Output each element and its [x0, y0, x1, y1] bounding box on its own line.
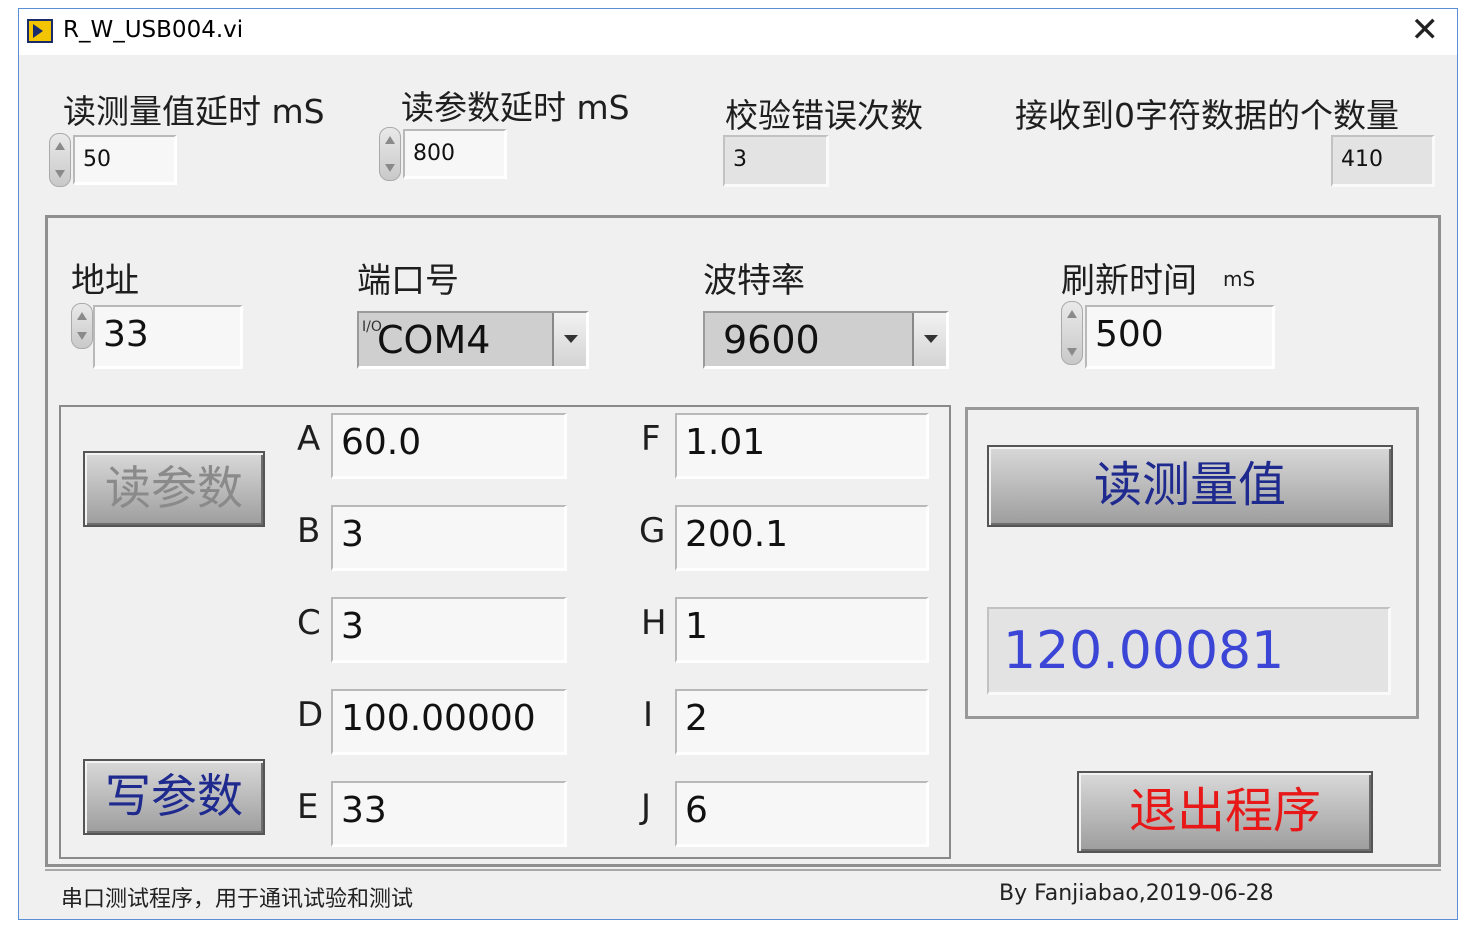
- param-e-input[interactable]: 33: [331, 781, 567, 847]
- param-a-input[interactable]: 60.0: [331, 413, 567, 479]
- address-input[interactable]: 33: [93, 305, 243, 369]
- address-spinner[interactable]: [71, 303, 93, 349]
- read-delay-input[interactable]: 50: [73, 135, 177, 185]
- param-delay-spinner[interactable]: [379, 127, 401, 181]
- read-delay-spinner[interactable]: [49, 133, 71, 187]
- checksum-errors-indicator: 3: [723, 135, 829, 187]
- visa-io-icon: I/O: [362, 319, 382, 335]
- param-c-label: C: [297, 603, 321, 643]
- increment-arrow-icon[interactable]: [1067, 310, 1077, 318]
- param-delay-label: 读参数延时 mS: [401, 88, 630, 127]
- refresh-unit-label: mS: [1223, 267, 1256, 291]
- status-author: By Fanjiabao,2019-06-28: [999, 881, 1274, 906]
- param-c-input[interactable]: 3: [331, 597, 567, 663]
- write-params-button[interactable]: 写参数: [83, 759, 265, 835]
- read-params-label: 读参数: [105, 461, 243, 515]
- param-e-label: E: [297, 787, 319, 827]
- exit-button[interactable]: 退出程序: [1077, 771, 1373, 853]
- param-j-input[interactable]: 6: [675, 781, 929, 847]
- increment-arrow-icon[interactable]: [55, 142, 65, 150]
- measurement-indicator: 120.00081: [987, 607, 1391, 695]
- decrement-arrow-icon[interactable]: [55, 170, 65, 178]
- app-window: R_W_USB004.vi ✕ 读测量值延时 mS 50 读参数延时 mS 80…: [18, 8, 1458, 920]
- param-f-label: F: [641, 419, 661, 459]
- increment-arrow-icon[interactable]: [77, 312, 87, 320]
- read-params-button[interactable]: 读参数: [83, 451, 265, 527]
- param-h-label: H: [641, 603, 667, 643]
- port-label: 端口号: [357, 261, 459, 301]
- param-d-input[interactable]: 100.00000: [331, 689, 567, 755]
- port-select[interactable]: I/O COM4: [357, 311, 589, 369]
- read-measure-label: 读测量值: [1093, 457, 1286, 513]
- checksum-errors-label: 校验错误次数: [725, 96, 923, 135]
- status-divider: [45, 869, 1441, 871]
- baud-label: 波特率: [703, 261, 805, 301]
- param-h-input[interactable]: 1: [675, 597, 929, 663]
- chevron-down-icon[interactable]: [552, 313, 586, 366]
- write-params-label: 写参数: [105, 769, 243, 823]
- refresh-input[interactable]: 500: [1085, 305, 1275, 369]
- zero-char-count-label: 接收到0字符数据的个数量: [1015, 96, 1399, 135]
- address-label: 地址: [71, 261, 139, 301]
- baud-select[interactable]: 9600: [703, 311, 949, 369]
- read-delay-label: 读测量值延时 mS: [63, 92, 325, 131]
- port-value: COM4: [377, 318, 491, 362]
- window-title: R_W_USB004.vi: [63, 17, 244, 43]
- param-d-label: D: [297, 695, 324, 735]
- read-measure-button[interactable]: 读测量值: [987, 445, 1393, 527]
- param-f-input[interactable]: 1.01: [675, 413, 929, 479]
- param-a-label: A: [297, 419, 321, 459]
- param-j-label: J: [641, 787, 652, 827]
- title-bar: R_W_USB004.vi ✕: [19, 9, 1457, 55]
- labview-vi-icon: [27, 19, 53, 43]
- refresh-spinner[interactable]: [1061, 301, 1083, 365]
- param-b-label: B: [297, 511, 321, 551]
- param-i-label: I: [643, 695, 654, 735]
- decrement-arrow-icon[interactable]: [385, 164, 395, 172]
- param-i-input[interactable]: 2: [675, 689, 929, 755]
- measurement-value: 120.00081: [1003, 621, 1285, 681]
- zero-char-count-indicator: 410: [1331, 135, 1435, 187]
- status-description: 串口测试程序，用于通讯试验和测试: [61, 887, 414, 912]
- exit-label: 退出程序: [1128, 783, 1321, 839]
- decrement-arrow-icon[interactable]: [77, 332, 87, 340]
- chevron-down-icon[interactable]: [912, 313, 946, 366]
- increment-arrow-icon[interactable]: [385, 136, 395, 144]
- param-g-input[interactable]: 200.1: [675, 505, 929, 571]
- param-b-input[interactable]: 3: [331, 505, 567, 571]
- close-icon[interactable]: ✕: [1411, 13, 1440, 47]
- param-g-label: G: [639, 511, 666, 551]
- decrement-arrow-icon[interactable]: [1067, 348, 1077, 356]
- param-delay-input[interactable]: 800: [403, 129, 507, 179]
- baud-value: 9600: [723, 318, 820, 362]
- refresh-label: 刷新时间: [1061, 261, 1197, 301]
